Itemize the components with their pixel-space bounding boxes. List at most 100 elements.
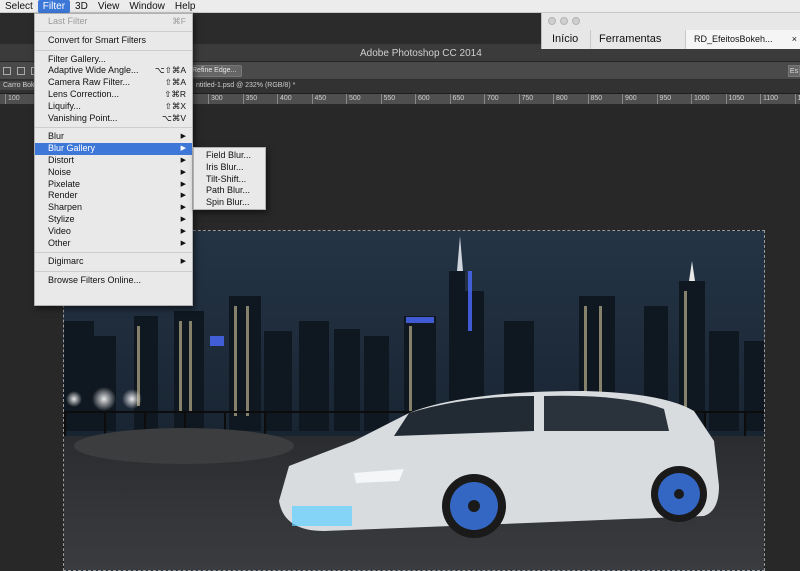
menu-item-shortcut: ⇧⌘X: [164, 100, 186, 111]
submenu-arrow-icon: ▶: [180, 227, 186, 235]
submenu-item-iris-blur[interactable]: Iris Blur...: [194, 162, 265, 174]
menu-item-label: Blur: [48, 131, 65, 142]
menu-3d[interactable]: 3D: [70, 0, 93, 13]
menu-item-adaptive-wide-angle[interactable]: Adaptive Wide Angle... ⌥⇧⌘A: [35, 65, 192, 77]
submenu-arrow-icon: ▶: [180, 156, 186, 164]
submenu-arrow-icon: ▶: [180, 215, 186, 223]
menu-item-filter-gallery[interactable]: Filter Gallery...: [35, 54, 192, 66]
menu-item-digimarc[interactable]: Digimarc ▶: [35, 256, 192, 268]
refine-edge-button[interactable]: Refine Edge...: [186, 65, 243, 77]
selection-mode-icon[interactable]: [17, 67, 25, 75]
menu-view[interactable]: View: [93, 0, 125, 13]
menu-item-distort[interactable]: Distort ▶: [35, 155, 192, 167]
menu-item-label: Camera Raw Filter...: [48, 77, 131, 88]
tool-preset-icon[interactable]: [3, 67, 11, 75]
zoom-window-icon[interactable]: [572, 17, 580, 25]
menu-item-label: Filter Gallery...: [48, 53, 106, 64]
menu-item-liquify[interactable]: Liquify... ⇧⌘X: [35, 101, 192, 113]
submenu-arrow-icon: ▶: [180, 204, 186, 212]
menu-item-label: Noise: [48, 166, 72, 177]
menu-item-shortcut: ⌘F: [172, 16, 186, 26]
menu-item-label: Convert for Smart Filters: [48, 34, 147, 45]
browser-tab-document[interactable]: RD_EfeitosBokeh... ×: [685, 30, 800, 49]
menu-filter[interactable]: Filter: [37, 0, 71, 13]
menu-item-noise[interactable]: Noise ▶: [35, 167, 192, 179]
menu-item-label: Stylize: [48, 213, 75, 224]
ruler-tick: 500: [346, 94, 361, 104]
ruler-tick: 950: [656, 94, 672, 104]
tab-close-icon[interactable]: ×: [792, 30, 797, 49]
filter-menu: Last Filter ⌘F Convert for Smart Filters Fi…: [34, 13, 193, 306]
ruler-tick: 1050: [725, 94, 745, 104]
menu-separator: [35, 127, 192, 129]
menu-item-label: Other: [48, 237, 71, 248]
browser-window: Início Ferramentas RD_EfeitosBokeh... ×: [541, 13, 800, 49]
menu-item-label: Adaptive Wide Angle...: [48, 65, 139, 76]
tab-untitled-document[interactable]: ntitled-1.psd @ 232% (RGB/8) *: [196, 82, 295, 89]
menu-select[interactable]: Select: [0, 0, 38, 13]
ruler-tick: 850: [587, 94, 603, 104]
menu-item-label: Vanishing Point...: [48, 112, 118, 123]
menu-separator: [35, 252, 192, 254]
ruler-tick: 100: [5, 94, 20, 104]
ruler-tick: 1000: [691, 94, 710, 104]
minimize-window-icon[interactable]: [560, 17, 568, 25]
menu-separator: [35, 271, 192, 273]
ruler-tick: 800: [553, 94, 568, 104]
menu-item-last-filter: Last Filter ⌘F: [35, 16, 192, 28]
menu-item-label: Browse Filters Online...: [48, 275, 142, 286]
menu-help[interactable]: Help: [170, 0, 201, 13]
menu-item-vanishing-point[interactable]: Vanishing Point... ⌥⌘V: [35, 113, 192, 125]
menu-item-blur[interactable]: Blur ▶: [35, 131, 192, 143]
ruler-tick: 900: [622, 94, 637, 104]
submenu-item-path-blur[interactable]: Path Blur...: [194, 185, 265, 197]
menu-item-shortcut: ⌥⌘V: [162, 112, 186, 123]
ruler-tick: 350: [242, 94, 258, 104]
menu-item-sharpen[interactable]: Sharpen ▶: [35, 202, 192, 214]
ruler-tick: 750: [518, 94, 534, 104]
menu-item-label: Liquify...: [48, 100, 81, 111]
submenu-arrow-icon: ▶: [180, 133, 186, 141]
menu-item-shortcut: ⇧⌘A: [164, 77, 186, 88]
menu-item-blur-gallery[interactable]: Blur Gallery ▶: [35, 143, 192, 155]
menu-item-pixelate[interactable]: Pixelate ▶: [35, 179, 192, 191]
menu-item-label: Last Filter: [48, 16, 88, 26]
menu-item-convert-for-smart-filters[interactable]: Convert for Smart Filters: [35, 35, 192, 47]
menu-item-video[interactable]: Video ▶: [35, 226, 192, 238]
browser-tab-inicio[interactable]: Início: [544, 30, 586, 49]
submenu-item-tilt-shift[interactable]: Tilt-Shift...: [194, 174, 265, 186]
submenu-arrow-icon: ▶: [180, 258, 186, 266]
menu-item-label: Digimarc: [48, 256, 84, 267]
blur-gallery-submenu: Field Blur... Iris Blur... Tilt-Shift... Pa…: [193, 147, 266, 210]
ruler-tick: 700: [484, 94, 499, 104]
submenu-arrow-icon: ▶: [180, 239, 186, 247]
menu-item-camera-raw-filter[interactable]: Camera Raw Filter... ⇧⌘A: [35, 77, 192, 89]
ruler-tick: 650: [449, 94, 465, 104]
submenu-arrow-icon: ▶: [180, 168, 186, 176]
submenu-item-spin-blur[interactable]: Spin Blur...: [194, 197, 265, 209]
ruler-tick: 300: [208, 94, 223, 104]
menu-separator: [35, 49, 192, 51]
menu-item-other[interactable]: Other ▶: [35, 238, 192, 250]
submenu-item-field-blur[interactable]: Field Blur...: [194, 150, 265, 162]
ruler-tick: 400: [277, 94, 292, 104]
menu-item-shortcut: ⌥⇧⌘A: [154, 65, 186, 76]
menu-item-render[interactable]: Render ▶: [35, 190, 192, 202]
menu-item-stylize[interactable]: Stylize ▶: [35, 214, 192, 226]
menu-window[interactable]: Window: [124, 0, 170, 13]
browser-tab-ferramentas[interactable]: Ferramentas: [590, 30, 669, 49]
submenu-arrow-icon: ▶: [180, 180, 186, 188]
menu-item-browse-filters-online[interactable]: Browse Filters Online...: [35, 275, 192, 287]
app-title: Adobe Photoshop CC 2014: [360, 48, 482, 59]
menu-item-label: Pixelate: [48, 178, 81, 189]
menu-item-label: Video: [48, 225, 71, 236]
menu-item-label: Distort: [48, 154, 75, 165]
close-window-icon[interactable]: [548, 17, 556, 25]
menu-item-label: Render: [48, 190, 78, 201]
browser-tab-document-label: RD_EfeitosBokeh...: [694, 34, 773, 44]
ruler-tick: 450: [311, 94, 327, 104]
essentials-button[interactable]: Es: [788, 65, 800, 77]
submenu-arrow-icon: ▶: [180, 192, 186, 200]
ruler-tick: 550: [380, 94, 396, 104]
menu-item-lens-correction[interactable]: Lens Correction... ⇧⌘R: [35, 89, 192, 101]
